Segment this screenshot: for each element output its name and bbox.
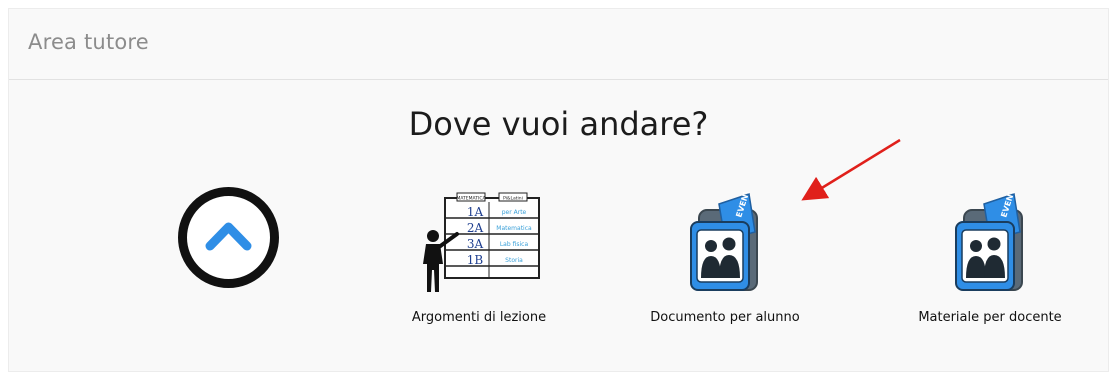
tile-argomenti-di-lezione[interactable]: MATEMATICA Pi&Latini 1A 2A 3A 1B per Art… xyxy=(388,192,570,325)
scroll-up-button[interactable] xyxy=(176,185,281,290)
classroom-schedule-icon: MATEMATICA Pi&Latini 1A 2A 3A 1B per Art… xyxy=(423,192,540,292)
tile-label: Materiale per docente xyxy=(918,310,1062,325)
student-event-badge-icon: EVENT xyxy=(690,192,758,291)
page-heading: Dove vuoi andare? xyxy=(408,105,709,143)
board-subject-2: Matematica xyxy=(496,225,532,232)
board-class-2: 2A xyxy=(467,221,484,235)
panel-header: Area tutore xyxy=(9,9,1108,80)
board-subject-4: Storia xyxy=(505,257,523,264)
board-subject-3: Lab fisica xyxy=(500,241,529,248)
board-class-4: 1B xyxy=(467,253,484,267)
board-subject-1: per Arte xyxy=(502,209,527,216)
board-class-1: 1A xyxy=(467,205,484,219)
chevron-up-circle-icon xyxy=(178,187,279,288)
tile-materiale-per-docente[interactable]: EVENT Materiale per docente xyxy=(895,192,1085,325)
teacher-event-badge-icon: EVENT xyxy=(955,192,1023,291)
annotation-arrow-icon xyxy=(801,138,901,201)
panel-title: Area tutore xyxy=(28,30,149,54)
tile-documento-per-alunno[interactable]: EVENT Documento per alunno xyxy=(630,192,820,325)
tile-label: Documento per alunno xyxy=(650,310,800,325)
board-header-right: Pi&Latini xyxy=(503,196,523,202)
tile-label: Argomenti di lezione xyxy=(411,310,547,325)
board-class-3: 3A xyxy=(467,237,484,251)
board-header-left: MATEMATICA xyxy=(456,196,486,202)
